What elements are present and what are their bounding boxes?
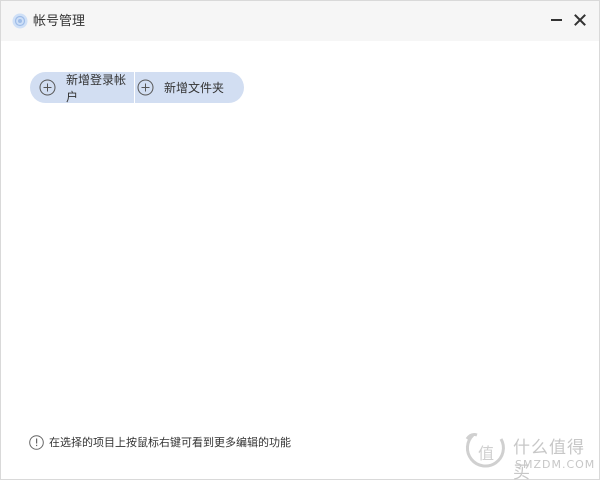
watermark-text-cn: 什么值得买 xyxy=(513,438,585,480)
account-management-window: 帐号管理 新增登录帐户 新增文件夹 在选择的项目上按鼠标右键可看到更多编辑的功能… xyxy=(0,0,600,480)
close-icon[interactable] xyxy=(570,10,590,30)
add-login-account-label: 新增登录帐户 xyxy=(66,72,127,104)
title-bar: 帐号管理 xyxy=(1,1,599,41)
app-logo-icon xyxy=(12,13,28,29)
hint-bar: 在选择的项目上按鼠标右键可看到更多编辑的功能 xyxy=(29,434,291,450)
watermark-text-en: SMZDM.COM xyxy=(515,458,596,471)
add-folder-label: 新增文件夹 xyxy=(164,81,225,95)
add-folder-button[interactable]: 新增文件夹 xyxy=(135,72,244,103)
smzdm-logo-icon: 值 xyxy=(465,433,505,468)
account-toolbar: 新增登录帐户 新增文件夹 xyxy=(30,72,244,104)
minimize-icon[interactable] xyxy=(546,10,566,30)
hint-text: 在选择的项目上按鼠标右键可看到更多编辑的功能 xyxy=(49,436,291,449)
plus-circle-icon xyxy=(39,79,56,96)
svg-text:值: 值 xyxy=(478,444,494,463)
info-icon xyxy=(29,434,44,450)
plus-circle-icon xyxy=(137,79,154,96)
smzdm-watermark: 值 什么值得买 SMZDM.COM xyxy=(461,429,596,480)
window-title: 帐号管理 xyxy=(33,14,86,29)
add-login-account-button[interactable]: 新增登录帐户 xyxy=(30,72,135,104)
